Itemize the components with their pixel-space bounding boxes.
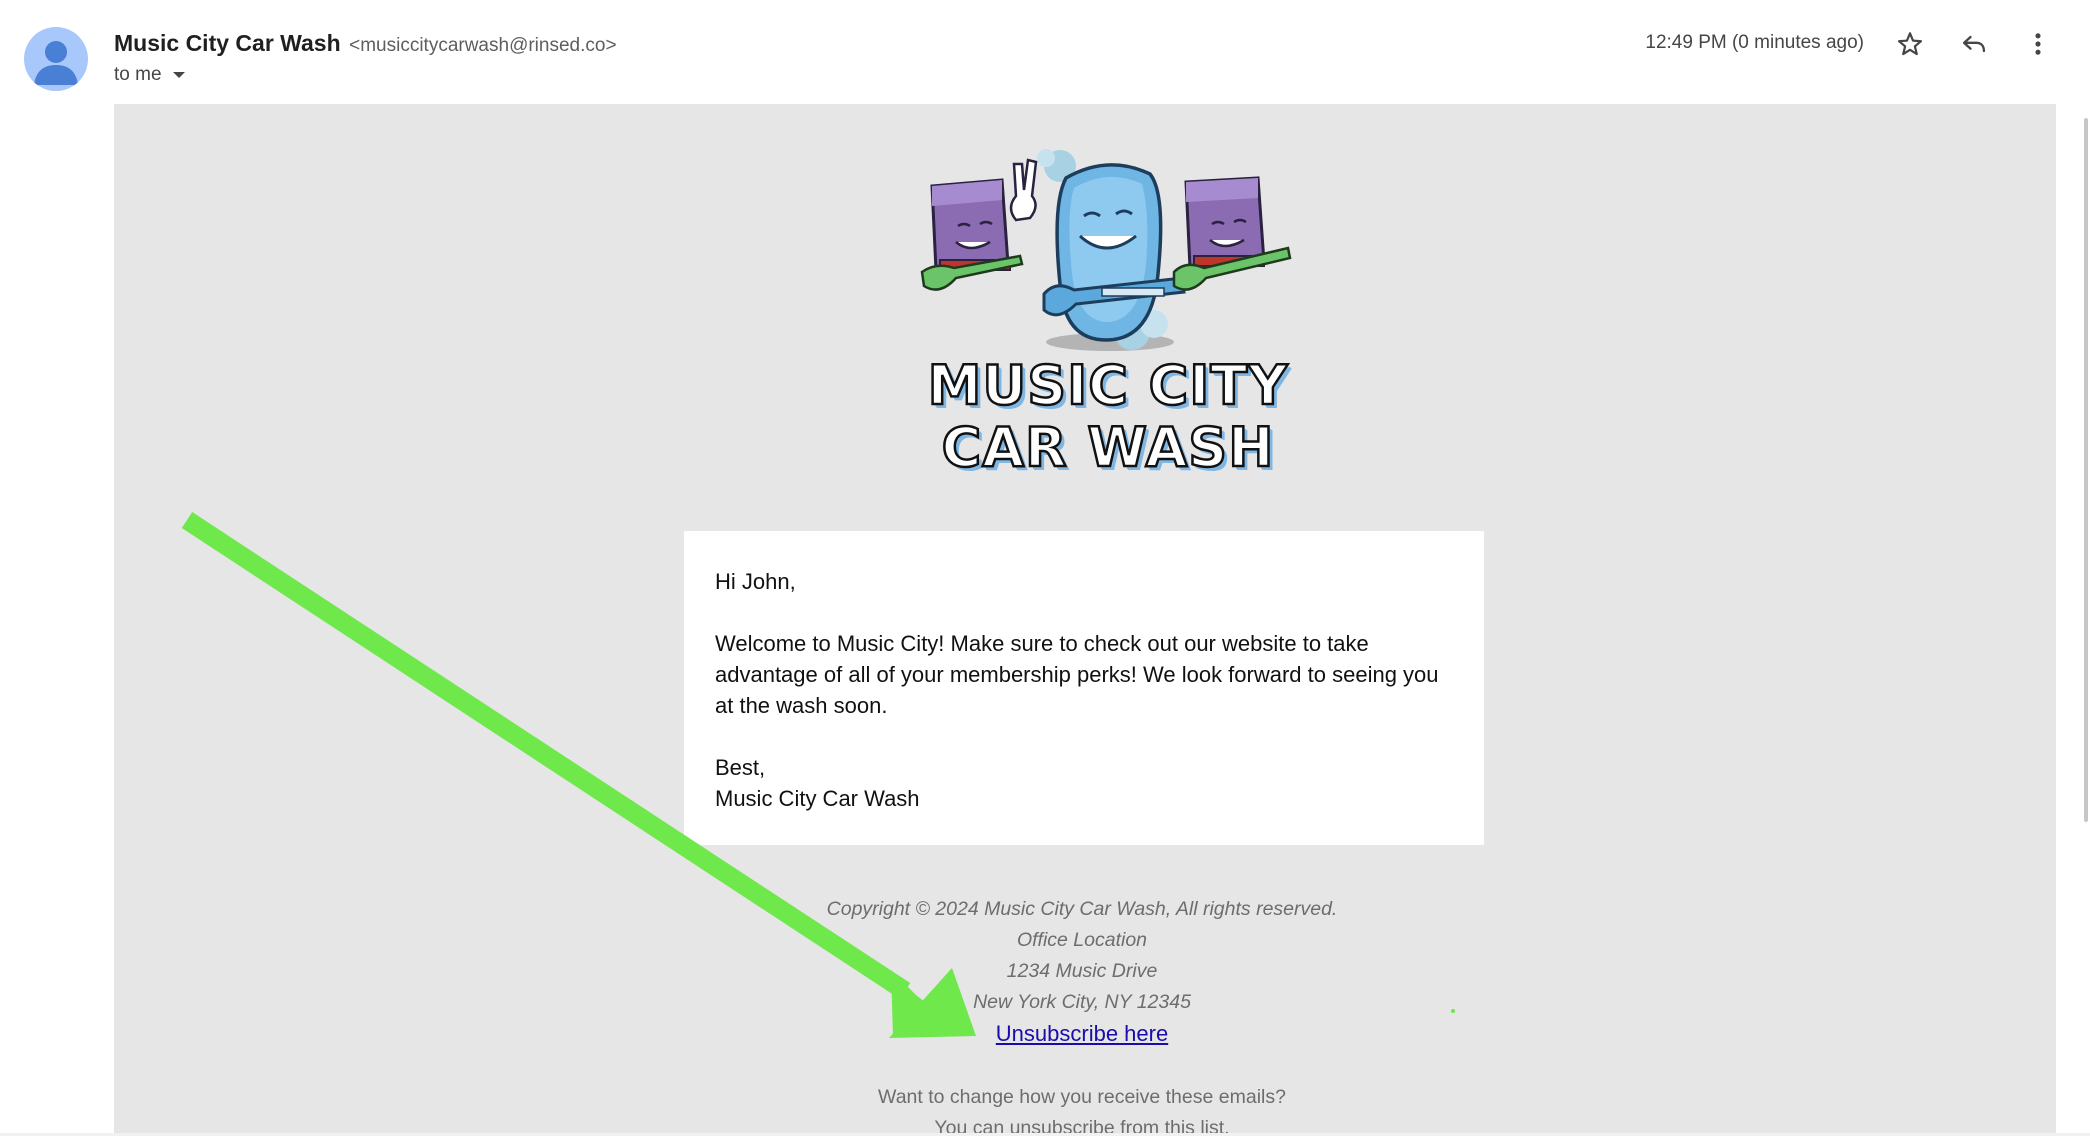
message-card: Hi John, Welcome to Music City! Make sur… bbox=[684, 531, 1484, 845]
recipient-label: to me bbox=[114, 64, 162, 85]
more-vert-icon bbox=[2035, 33, 2041, 55]
star-button[interactable] bbox=[1886, 20, 1934, 68]
message-timestamp: 12:49 PM (0 minutes ago) bbox=[1645, 32, 1864, 53]
left-towel-mascot bbox=[920, 178, 1024, 291]
sender-avatar[interactable] bbox=[24, 27, 88, 91]
footer-office-label: Office Location bbox=[1016, 929, 1148, 951]
person-avatar-icon bbox=[34, 41, 78, 85]
sender-email: <musiccitycarwash@rinsed.co> bbox=[349, 35, 617, 56]
signoff: Best, bbox=[715, 755, 766, 780]
logo-text-line1: MUSIC CITY bbox=[926, 353, 1289, 419]
footer-copyright: Copyright © 2024 Music City Car Wash, Al… bbox=[826, 898, 1338, 920]
signature: Music City Car Wash bbox=[715, 786, 920, 811]
right-towel-mascot bbox=[1172, 176, 1292, 291]
unsubscribe-row: Unsubscribe here bbox=[114, 1018, 2050, 1051]
more-options-button[interactable] bbox=[2014, 20, 2062, 68]
message-body: Welcome to Music City! Make sure to chec… bbox=[715, 631, 1439, 718]
footer-preferences-question: Want to change how you receive these ema… bbox=[878, 1086, 1286, 1108]
music-city-car-wash-logo: MUSIC CITY CAR WASH bbox=[918, 144, 1298, 480]
page-scrollbar[interactable] bbox=[2084, 118, 2088, 822]
email-body: MUSIC CITY CAR WASH Hi John, Welcome to … bbox=[114, 104, 2056, 1136]
sender-line: Music City Car Wash <musiccitycarwash@ri… bbox=[114, 26, 617, 64]
unsubscribe-link[interactable]: Unsubscribe here bbox=[996, 1021, 1168, 1046]
star-icon bbox=[1897, 32, 1923, 56]
reply-icon bbox=[1962, 35, 1986, 53]
greeting: Hi John, bbox=[715, 569, 796, 594]
footer-address-line1: 1234 Music Drive bbox=[1006, 960, 1158, 982]
footer-address-line2: New York City, NY 12345 bbox=[973, 991, 1191, 1013]
sender-name[interactable]: Music City Car Wash bbox=[114, 30, 341, 56]
chevron-down-icon[interactable] bbox=[172, 70, 186, 80]
recipient-details-toggle[interactable]: to me bbox=[114, 62, 186, 88]
email-view: Music City Car Wash <musiccitycarwash@ri… bbox=[0, 0, 2090, 1136]
logo-text-line2: CAR WASH bbox=[940, 415, 1275, 481]
mascot-illustration bbox=[920, 149, 1292, 351]
reply-button[interactable] bbox=[1950, 20, 1998, 68]
